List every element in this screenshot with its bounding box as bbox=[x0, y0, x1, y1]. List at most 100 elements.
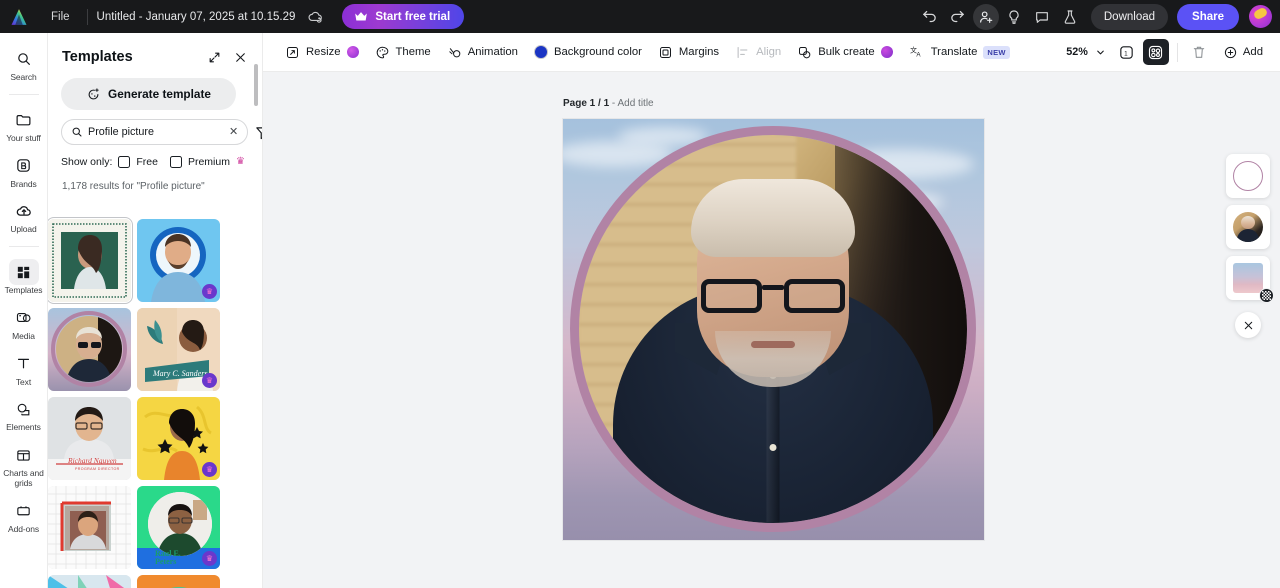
template-card-yellow-stars-portrait[interactable]: ♛ bbox=[137, 397, 220, 480]
trash-icon[interactable] bbox=[1186, 39, 1212, 65]
template-card-pink-circle-senior-portrait[interactable] bbox=[48, 308, 131, 391]
page-count-icon[interactable]: 1 bbox=[1114, 39, 1140, 65]
toolbar-align-label: Align bbox=[756, 46, 782, 58]
template-card-abstract-colorful-portrait[interactable] bbox=[48, 575, 131, 588]
charts-grids-icon bbox=[9, 442, 39, 468]
template-card-raul-e-peters-green[interactable]: Raul E. Peters ♛ bbox=[137, 486, 220, 569]
toolbar-resize-button[interactable]: Resize bbox=[277, 39, 367, 66]
sidebar-label: Upload bbox=[10, 224, 37, 235]
premium-crown-badge: ♛ bbox=[202, 551, 217, 566]
background-color-icon bbox=[533, 45, 548, 59]
toolbar-bulk-create-button[interactable]: Bulk create bbox=[789, 39, 901, 66]
share-button[interactable]: Share bbox=[1177, 3, 1239, 30]
grid-view-icon[interactable] bbox=[1142, 39, 1169, 65]
cloud-sync-icon[interactable] bbox=[306, 7, 325, 26]
sidebar-item-brands[interactable]: Brands bbox=[2, 149, 46, 193]
sidebar-item-search[interactable]: Search bbox=[2, 42, 46, 86]
sidebar-label: Your stuff bbox=[6, 132, 41, 143]
expand-icon[interactable] bbox=[204, 47, 224, 67]
toolbar-background-color-button[interactable]: Background color bbox=[526, 39, 650, 66]
header-divider bbox=[86, 8, 88, 25]
checkbox-free[interactable] bbox=[118, 156, 131, 168]
clear-icon[interactable]: ✕ bbox=[227, 126, 240, 138]
sidebar-item-media[interactable]: Media bbox=[2, 301, 46, 345]
generate-template-button[interactable]: Generate template bbox=[61, 78, 236, 110]
chevron-down-icon[interactable] bbox=[1091, 39, 1111, 65]
design-page[interactable] bbox=[563, 119, 984, 540]
panel-scrollbar[interactable] bbox=[254, 64, 258, 106]
layer-item-circle-frame[interactable] bbox=[1226, 154, 1270, 198]
panel-header-buttons bbox=[204, 47, 250, 67]
sidebar-item-elements[interactable]: Elements bbox=[2, 392, 46, 436]
template-grid: ♛ Mary C. Sanders ♛ Richard Nguyen PROGR… bbox=[48, 210, 233, 588]
sidebar-item-templates[interactable]: Templates bbox=[2, 255, 46, 299]
sidebar-item-text[interactable]: Text bbox=[2, 347, 46, 391]
page-number: Page 1 / 1 bbox=[563, 98, 610, 109]
template-card-mary-c-sanders-leaf[interactable]: Mary C. Sanders ♛ bbox=[137, 308, 220, 391]
circle-frame-ring[interactable] bbox=[570, 126, 976, 532]
template-card-orange-circle-portrait[interactable] bbox=[137, 575, 220, 588]
sidebar-item-charts-and-grids[interactable]: Charts and grids bbox=[2, 438, 46, 492]
toolbar-align-button[interactable]: Align bbox=[727, 39, 789, 66]
toolbar-resize-label: Resize bbox=[306, 46, 341, 58]
close-layers-icon[interactable] bbox=[1235, 312, 1261, 338]
results-count: 1,178 results for "Profile picture" bbox=[62, 181, 205, 192]
filter-button[interactable]: 2 bbox=[254, 121, 262, 143]
document-title[interactable]: Untitled - January 07, 2025 at 10.15.29 bbox=[97, 11, 296, 23]
page-title-label[interactable]: Page 1 / 1 - Add title bbox=[563, 98, 654, 109]
avatar[interactable] bbox=[1249, 5, 1272, 28]
redo-icon[interactable] bbox=[945, 4, 971, 30]
toolbar-divider bbox=[1176, 42, 1178, 62]
sidebar-item-your-stuff[interactable]: Your stuff bbox=[2, 103, 46, 147]
sidebar-item-add-ons[interactable]: Add-ons bbox=[2, 494, 46, 538]
toolbar-margins-button[interactable]: Margins bbox=[650, 39, 727, 66]
template-card-blue-circle-portrait[interactable]: ♛ bbox=[137, 219, 220, 302]
labs-icon[interactable] bbox=[1057, 4, 1083, 30]
add-title-link[interactable]: - Add title bbox=[609, 98, 654, 109]
template-card-framed-portrait-teal[interactable] bbox=[48, 217, 133, 304]
template-card-grid-red-frame-portrait[interactable] bbox=[48, 486, 131, 569]
download-button[interactable]: Download bbox=[1090, 3, 1169, 30]
pattern-icon[interactable] bbox=[1259, 288, 1274, 303]
zoom-level[interactable]: 52% bbox=[1066, 46, 1088, 58]
layer-item-portrait-photo[interactable] bbox=[1226, 205, 1270, 249]
add-page-label: Add bbox=[1242, 46, 1263, 58]
canvas-area[interactable]: Page 1 / 1 - Add title bbox=[263, 72, 1280, 588]
search-box[interactable]: ✕ bbox=[61, 119, 249, 145]
checkbox-free-label[interactable]: Free bbox=[136, 156, 158, 168]
search-input[interactable] bbox=[88, 126, 227, 138]
text-icon bbox=[9, 351, 39, 377]
layer-thumb-sky bbox=[1233, 263, 1263, 293]
toolbar-theme-button[interactable]: Theme bbox=[367, 39, 439, 66]
add-collaborator-icon[interactable] bbox=[972, 3, 999, 30]
comment-icon[interactable] bbox=[1029, 4, 1055, 30]
premium-crown-badge: ♛ bbox=[202, 462, 217, 477]
template-card-richard-nguyen-card[interactable]: Richard Nguyen PROGRAM DIRECTOR bbox=[48, 397, 131, 480]
layer-thumb-portrait bbox=[1233, 212, 1263, 242]
toolbar-margins-label: Margins bbox=[678, 46, 720, 58]
generate-template-label: Generate template bbox=[108, 87, 211, 101]
toolbar-translate-button[interactable]: 文 A Translate NEW bbox=[901, 39, 1018, 66]
start-free-trial-button[interactable]: Start free trial bbox=[342, 4, 465, 29]
sidebar-item-upload[interactable]: Upload bbox=[2, 194, 46, 238]
magic-generate-icon bbox=[88, 87, 99, 99]
search-row: ✕ 2 bbox=[48, 110, 262, 145]
toolbar-translate-label: Translate bbox=[930, 46, 978, 58]
sidebar-label: Charts and grids bbox=[3, 468, 44, 488]
checkbox-premium-label[interactable]: Premium bbox=[188, 156, 230, 168]
close-icon[interactable] bbox=[230, 47, 250, 67]
checkbox-premium[interactable] bbox=[169, 156, 182, 168]
layer-item-sky-background[interactable] bbox=[1226, 256, 1274, 303]
toolbar-bulk-create-label: Bulk create bbox=[818, 46, 875, 58]
design-toolbar: Resize Theme Animation Background color bbox=[263, 33, 1280, 72]
insights-icon[interactable] bbox=[1001, 4, 1027, 30]
panel-title: Templates bbox=[62, 49, 133, 65]
file-menu[interactable]: File bbox=[43, 7, 78, 27]
animation-icon bbox=[448, 47, 461, 57]
sidebar-label: Text bbox=[15, 376, 32, 387]
add-page-button[interactable]: Add bbox=[1215, 39, 1271, 66]
undo-icon[interactable] bbox=[917, 4, 943, 30]
show-only-label: Show only: bbox=[61, 156, 113, 168]
canva-logo-icon[interactable] bbox=[9, 7, 29, 27]
toolbar-animation-button[interactable]: Animation bbox=[439, 39, 526, 66]
